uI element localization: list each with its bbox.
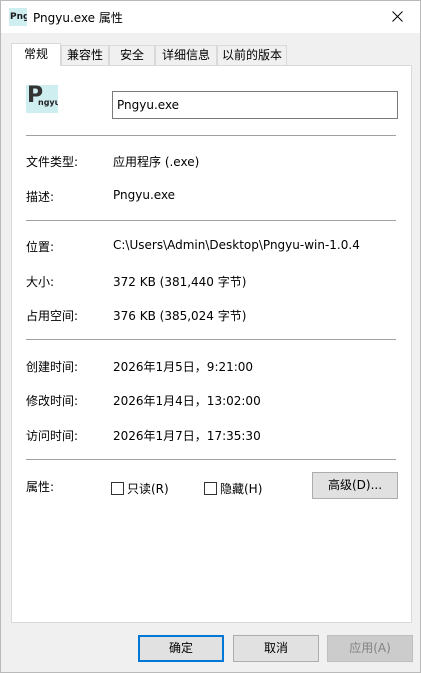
file-icon-text: ngyu (38, 98, 58, 107)
app-icon-text: Pngyu (10, 12, 27, 22)
accessed-value: 2026年1月7日，17:35:30 (113, 429, 261, 443)
size-label: 大小: (26, 275, 55, 289)
tab-security[interactable]: 安全 (109, 45, 155, 65)
app-icon: Pngyu (9, 8, 27, 26)
apply-button[interactable]: 应用(A) (327, 635, 413, 662)
created-label: 创建时间: (26, 360, 79, 374)
cancel-button[interactable]: 取消 (233, 635, 319, 662)
general-panel: P ngyu 文件类型: 应用程序 (.exe) 描述: Pngyu.exe 位… (11, 65, 412, 623)
tab-details[interactable]: 详细信息 (155, 45, 217, 65)
separator (26, 135, 396, 136)
hidden-checkbox-box[interactable] (204, 482, 217, 495)
close-icon (391, 11, 403, 22)
attributes-label: 属性: (26, 480, 55, 494)
properties-dialog: Pngyu Pngyu.exe 属性 常规 兼容性 安全 详细信息 以前的版本 … (0, 0, 421, 673)
close-button[interactable] (374, 1, 420, 32)
location-label: 位置: (26, 240, 55, 254)
created-value: 2026年1月5日，9:21:00 (113, 360, 254, 374)
file-type-label: 文件类型: (26, 155, 79, 169)
tab-compatibility[interactable]: 兼容性 (61, 45, 109, 65)
separator (26, 459, 396, 460)
hidden-checkbox-label: 隐藏(H) (220, 482, 263, 496)
tab-previous-versions[interactable]: 以前的版本 (217, 45, 287, 65)
readonly-checkbox-label: 只读(R) (127, 482, 169, 496)
modified-value: 2026年1月4日，13:02:00 (113, 394, 261, 408)
separator (26, 339, 396, 340)
advanced-button[interactable]: 高级(D)... (312, 472, 398, 499)
location-value: C:\Users\Admin\Desktop\Pngyu-win-1.0.4 (113, 238, 360, 252)
separator (26, 220, 396, 221)
readonly-checkbox-box[interactable] (111, 482, 124, 495)
description-value: Pngyu.exe (113, 188, 176, 202)
file-icon: P ngyu (26, 85, 58, 113)
readonly-checkbox[interactable]: 只读(R) (111, 480, 169, 497)
file-name-input[interactable] (112, 91, 398, 119)
file-type-value: 应用程序 (.exe) (113, 155, 200, 169)
size-value: 372 KB (381,440 字节) (113, 275, 247, 289)
tab-general[interactable]: 常规 (11, 43, 61, 66)
description-label: 描述: (26, 190, 55, 204)
disk-size-value: 376 KB (385,024 字节) (113, 309, 247, 323)
ok-button[interactable]: 确定 (138, 635, 224, 662)
title-bar[interactable]: Pngyu Pngyu.exe 属性 (1, 1, 420, 33)
accessed-label: 访问时间: (26, 429, 79, 443)
hidden-checkbox[interactable]: 隐藏(H) (204, 480, 262, 497)
disk-size-label: 占用空间: (26, 309, 79, 323)
window-title: Pngyu.exe 属性 (33, 11, 123, 25)
modified-label: 修改时间: (26, 394, 79, 408)
